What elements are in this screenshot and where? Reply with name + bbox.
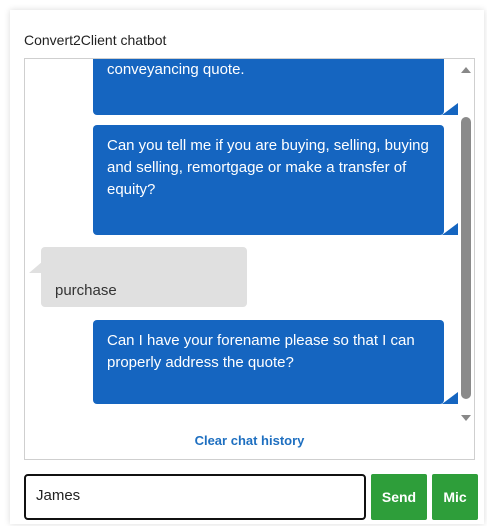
message-input[interactable] (36, 487, 356, 504)
scroll-down-arrow-icon[interactable] (461, 415, 471, 421)
message-list[interactable]: conveyancing quote. Can you tell me if y… (25, 59, 462, 421)
bot-message-text: Can I have your forename please so that … (107, 332, 415, 371)
chatbot-title: Convert2Client chatbot (24, 32, 167, 48)
user-message: purchase (29, 247, 247, 307)
bot-message-text: conveyancing quote. (107, 61, 245, 78)
bot-message-text: Can you tell me if you are buying, selli… (107, 137, 429, 198)
bot-message: Can I have your forename please so that … (93, 320, 444, 404)
mic-button[interactable]: Mic (432, 474, 478, 520)
message-input-wrapper[interactable] (24, 474, 366, 520)
bot-message: conveyancing quote. (93, 59, 444, 115)
bot-message: Can you tell me if you are buying, selli… (93, 125, 444, 235)
scroll-up-arrow-icon[interactable] (461, 67, 471, 73)
user-message-text: purchase (55, 282, 117, 299)
chat-panel: conveyancing quote. Can you tell me if y… (24, 58, 475, 460)
scrollbar-thumb[interactable] (461, 117, 471, 399)
message-scrollbar[interactable] (460, 65, 472, 421)
clear-chat-history-link[interactable]: Clear chat history (25, 433, 474, 448)
send-button[interactable]: Send (371, 474, 427, 520)
